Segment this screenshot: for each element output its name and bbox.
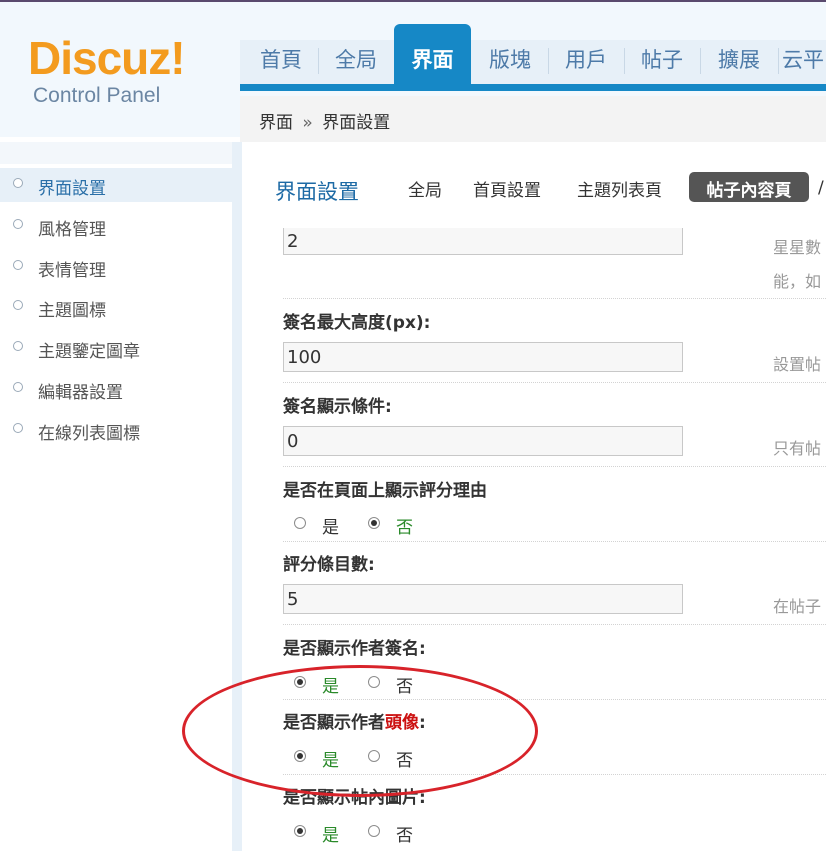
bullet-icon: [13, 300, 23, 310]
breadcrumb-separator: »: [302, 113, 313, 133]
bullet-icon: [13, 219, 23, 229]
rate-reason-yes-label[interactable]: 是: [322, 513, 339, 538]
section-title: 界面設置: [275, 180, 359, 204]
sidebar-item-thread-icons[interactable]: 主題圖標: [0, 290, 232, 324]
sidebar-item-label: 界面設置: [38, 179, 106, 199]
row-divider: [283, 624, 826, 625]
row-divider: [283, 382, 826, 383]
row-divider: [283, 298, 826, 299]
nav-item-cloud[interactable]: 云平: [782, 40, 826, 84]
post-images-no-label[interactable]: 否: [396, 821, 413, 846]
tab-home-settings[interactable]: 首頁設置: [473, 176, 541, 201]
nav-separator: [624, 48, 625, 74]
sidebar-item-interface-settings[interactable]: 界面設置: [0, 168, 232, 202]
sidebar-item-online-icons[interactable]: 在線列表圖標: [0, 413, 232, 447]
bullet-icon: [13, 382, 23, 392]
sidebar-item-editor-settings[interactable]: 編輯器設置: [0, 372, 232, 406]
tab-global[interactable]: 全局: [408, 176, 442, 201]
row-divider: [283, 541, 826, 542]
post-images-no-radio[interactable]: [368, 825, 380, 837]
star-hint-line2: 能，如: [773, 272, 822, 291]
rate-count-input[interactable]: 5: [283, 584, 683, 614]
highlight-annotation-circle: [182, 665, 538, 797]
rate-reason-yes-radio[interactable]: [294, 517, 306, 529]
sidebar-item-smilies[interactable]: 表情管理: [0, 250, 232, 284]
nav-item-home[interactable]: 首頁: [246, 40, 316, 84]
sidebar-item-label: 主題鑒定圖章: [38, 342, 140, 362]
nav-underline: [240, 84, 826, 91]
row-divider: [283, 466, 826, 467]
bullet-icon: [13, 178, 23, 188]
sidebar-item-label: 表情管理: [38, 261, 106, 281]
nav-item-interface[interactable]: 界面: [394, 40, 471, 80]
nav-item-extend[interactable]: 擴展: [703, 40, 775, 84]
star-count-input[interactable]: 2: [283, 228, 683, 255]
logo[interactable]: Discuz! Control Panel: [28, 32, 186, 108]
nav-item-forums[interactable]: 版塊: [474, 40, 546, 84]
sig-condition-label: 簽名顯示條件:: [283, 397, 392, 417]
bullet-icon: [13, 423, 23, 433]
rate-reason-no-label[interactable]: 否: [396, 513, 413, 538]
nav-separator: [778, 48, 779, 74]
tab-thread-list[interactable]: 主題列表頁: [577, 176, 662, 201]
sidebar-item-styles[interactable]: 風格管理: [0, 209, 232, 243]
bullet-icon: [13, 260, 23, 270]
rate-reason-no-radio[interactable]: [368, 517, 380, 529]
breadcrumb-root[interactable]: 界面: [259, 113, 293, 133]
logo-subtitle: Control Panel: [33, 84, 161, 107]
post-images-yes-radio[interactable]: [294, 825, 306, 837]
sidebar-item-label: 風格管理: [38, 220, 106, 240]
nav-item-posts[interactable]: 帖子: [626, 40, 698, 84]
sidebar-item-label: 編輯器設置: [38, 383, 123, 403]
star-hint-line1: 星星數: [773, 238, 822, 257]
sig-height-input[interactable]: 100: [283, 342, 683, 372]
nav-separator: [318, 48, 319, 74]
nav-separator: [700, 48, 701, 74]
rate-count-label: 評分條目數:: [283, 555, 375, 575]
sidebar-header: [0, 142, 232, 164]
breadcrumb: 界面 » 界面設置: [259, 108, 390, 133]
sig-height-hint: 設置帖: [773, 355, 822, 374]
nav-separator: [548, 48, 549, 74]
sig-condition-input[interactable]: 0: [283, 426, 683, 456]
post-images-yes-label[interactable]: 是: [322, 821, 339, 846]
tab-post-content[interactable]: 帖子內容頁: [689, 176, 809, 201]
sidebar-item-label: 主題圖標: [38, 301, 106, 321]
bullet-icon: [13, 341, 23, 351]
breadcrumb-current: 界面設置: [322, 113, 391, 133]
header-top-line: [0, 0, 826, 2]
rate-count-hint: 在帖子: [773, 597, 822, 616]
sig-condition-hint: 只有帖: [773, 439, 822, 458]
sidebar-item-label: 在線列表圖標: [38, 424, 140, 444]
author-sig-label: 是否顯示作者簽名:: [283, 639, 426, 659]
logo-text: Discuz!: [28, 32, 186, 84]
nav-item-users[interactable]: 用戶: [550, 40, 622, 84]
tab-overflow[interactable]: /: [818, 178, 824, 198]
rate-reason-label: 是否在頁面上顯示評分理由: [283, 481, 487, 501]
sig-height-label: 簽名最大高度(px):: [283, 313, 431, 333]
nav-item-global[interactable]: 全局: [320, 40, 392, 84]
sidebar-item-stamps[interactable]: 主題鑒定圖章: [0, 331, 232, 365]
